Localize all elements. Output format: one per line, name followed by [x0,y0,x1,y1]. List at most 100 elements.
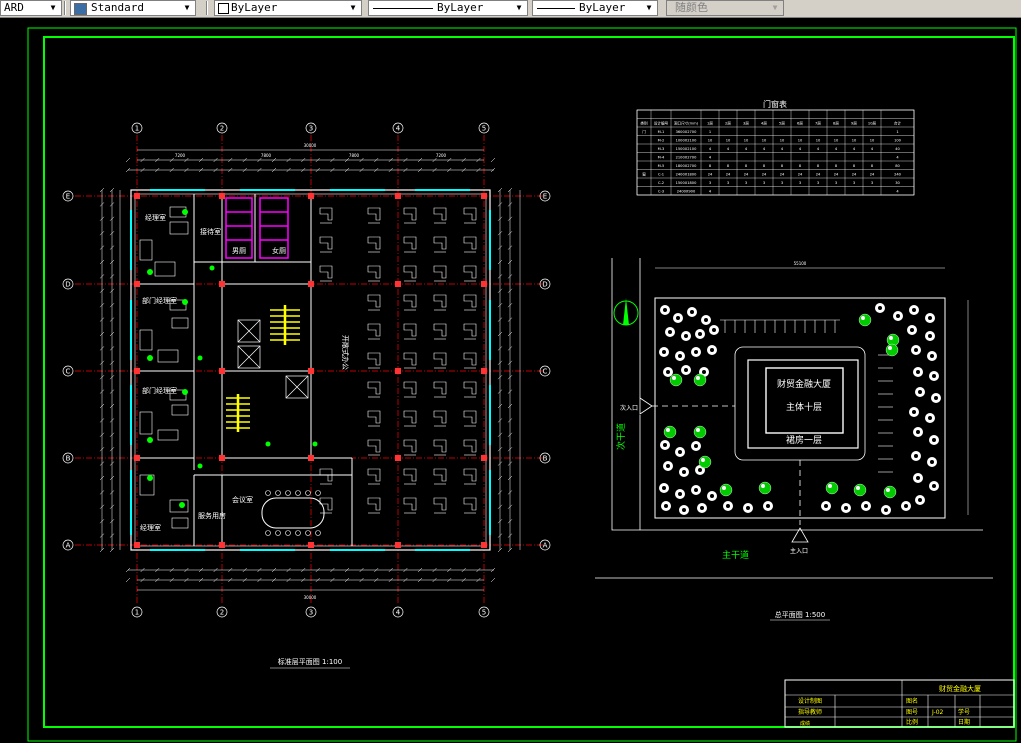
tree [691,485,701,495]
tree [660,440,670,450]
column [134,193,140,199]
podium-label: 裙房一层 [786,434,822,446]
door-table-cell: 2400X900 [677,189,696,193]
workstation-desk [319,207,333,221]
column [481,281,487,287]
axis-bubbles-right: E D C B A [539,190,551,551]
tree [681,365,691,375]
text-style-dropdown[interactable]: Standard ▼ [70,0,196,16]
tree [885,343,899,357]
door-table-cell: 10 [834,138,839,142]
linetype-value: ByLayer [437,1,484,14]
door-table-cell: M-5 [658,164,665,168]
workstation-desk [433,207,447,221]
door-table-cell: 1层 [707,120,713,125]
tree [841,503,851,513]
door-table-cell: 4 [896,189,899,193]
chair [295,530,301,536]
tower-outline [765,367,844,434]
door-table-cell: 100 [894,138,902,142]
text-style-dropdown-partial[interactable]: ARD ▼ [0,0,62,16]
layer-color-dropdown[interactable]: ByLayer ▼ [214,0,362,16]
door-table-cell: 设计编号 [654,120,669,125]
door-table-cell: 6层 [797,120,803,125]
linetype-dropdown[interactable]: ByLayer ▼ [368,0,528,16]
door-table-cell: 8 [835,164,838,168]
building-name: 财贸金融大厦 [777,378,831,390]
workstation-desk [367,410,381,424]
door-table-cell: 5层 [779,120,785,125]
door-table-cell: 3 [745,181,747,185]
title-block-label: 学号 [958,708,970,716]
tree [925,331,935,341]
chevron-down-icon: ▼ [184,3,190,12]
axis-bubble-label: D [65,281,70,289]
axis-bubble: 5 [478,122,490,134]
lineweight-dropdown[interactable]: ByLayer ▼ [532,0,658,16]
tree [929,371,939,381]
site-plan-title: 总平面图 1:500 [775,610,825,619]
door-table-cell: 8 [853,164,856,168]
column [481,455,487,461]
site-top-dimension: 55100 [794,261,807,266]
axis-bubble-label: 1 [135,125,139,133]
door-table-cell: 40 [895,147,900,151]
tree [687,307,697,317]
tree [925,313,935,323]
room-label: 经理室 [145,213,166,222]
column [219,368,225,374]
tree [659,483,669,493]
workstation-desk [463,468,477,482]
workstation-desk [433,265,447,279]
tree [861,501,871,511]
workstation-desk [433,497,447,511]
axis-bubble: 3 [305,606,317,618]
chair [275,490,281,496]
workstation-desk [367,381,381,395]
column [308,193,314,199]
tree [927,457,937,467]
workstation-desk [367,352,381,366]
top-sub-dimension: 7200 [175,153,186,158]
title-block-row-label: 设计制图 [798,697,822,705]
workstation-desk [463,207,477,221]
tree [675,489,685,499]
tree [675,447,685,457]
room-label: 部门经理室 [142,386,177,395]
door-table-cell: 8 [763,164,766,168]
top-sub-dimension: 7800 [261,153,272,158]
door-table-cell: 3 [835,181,837,185]
title-block-row-label: 指导教师 [798,708,822,716]
door-table-cell: 24 [852,172,857,176]
workstation-desk [403,410,417,424]
tree [693,373,707,387]
column [308,281,314,287]
door-table-cell: 1500X1800 [676,181,697,185]
color-swatch-icon [218,3,229,14]
axis-bubble: C [62,365,74,377]
axis-bubble: E [62,190,74,202]
tree [915,387,925,397]
tree [673,313,683,323]
workstation-desk [367,294,381,308]
tree [858,313,872,327]
axis-bubble: B [62,452,74,464]
chevron-down-icon: ▼ [50,3,56,12]
workstation-desk [463,352,477,366]
door-table-cell: 8层 [833,120,839,125]
room-label: 男厕 [232,247,246,255]
main-entrance-label: 主入口 [790,547,808,555]
tree [927,351,937,361]
cad-drawing-canvas[interactable]: 1 2 3 4 5 1 2 3 4 5 E D C B A E D C B A 30000 30000 7200… [0,17,1021,743]
room-label: 会议室 [232,495,253,504]
door-table-cell: 8 [817,164,820,168]
chair [305,490,311,496]
workstation-desk [463,381,477,395]
tree [701,315,711,325]
tree [691,347,701,357]
door-table-cell: 24 [762,172,767,176]
floor-plan-title: 标准层平面图 1:100 [278,657,342,666]
door-table-cell: 4 [781,147,784,151]
workstation-desk [403,468,417,482]
column [395,281,401,287]
